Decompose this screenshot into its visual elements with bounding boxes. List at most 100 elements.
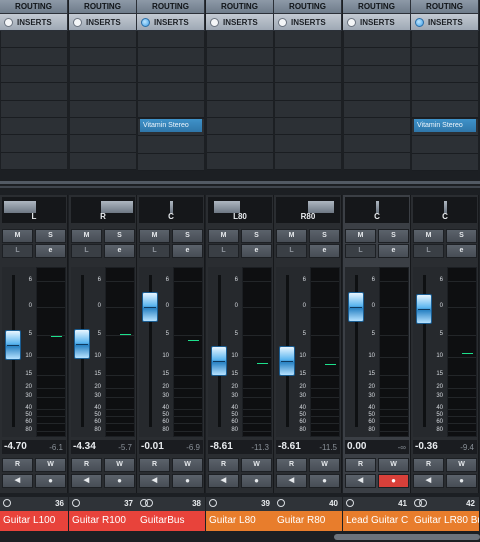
insert-slot-6[interactable]: Vitamin Stereo (412, 118, 478, 137)
write-automation-button[interactable]: W (104, 458, 135, 472)
insert-slot-8[interactable] (1, 152, 67, 171)
stereo-config-icon[interactable] (419, 499, 427, 507)
insert-slot-2[interactable] (344, 48, 410, 66)
pan-control[interactable]: R80 (276, 197, 340, 223)
volume-readout[interactable]: -0.01 -6.9 (139, 440, 203, 454)
mute-button[interactable]: M (139, 229, 170, 243)
mute-button[interactable]: M (276, 229, 307, 243)
insert-slot-1[interactable] (275, 31, 341, 49)
volume-readout[interactable]: 0.00 -∞ (345, 440, 409, 454)
channel-name[interactable]: Guitar R100 (69, 511, 137, 531)
edit-channel-button[interactable]: e (172, 244, 203, 258)
listen-button[interactable]: L (276, 244, 307, 258)
monitor-button[interactable]: ◀ (413, 474, 444, 488)
insert-slot-3[interactable] (412, 65, 478, 84)
monitor-button[interactable]: ◀ (345, 474, 376, 488)
inserts-active-icon[interactable] (4, 18, 13, 27)
routing-button[interactable]: ROUTING (69, 0, 137, 14)
inserts-active-icon[interactable] (73, 18, 82, 27)
volume-fader[interactable] (74, 329, 90, 359)
horizontal-scrollbar[interactable] (334, 534, 480, 540)
inserts-header[interactable]: INSERTS (0, 14, 68, 31)
insert-slot-5[interactable] (1, 100, 67, 118)
insert-slot-2[interactable] (70, 48, 136, 66)
record-enable-button[interactable]: ● (35, 474, 66, 488)
record-enable-button[interactable]: ● (241, 474, 272, 488)
inserts-active-icon[interactable] (278, 18, 287, 27)
read-automation-button[interactable]: R (71, 458, 102, 472)
insert-slot-8[interactable] (207, 152, 273, 171)
insert-slot-2[interactable] (412, 48, 478, 66)
listen-button[interactable]: L (208, 244, 239, 258)
insert-slot-5[interactable] (70, 100, 136, 118)
input-config-icon[interactable] (3, 499, 11, 507)
insert-slot-6[interactable] (207, 117, 273, 136)
monitor-button[interactable]: ◀ (2, 474, 33, 488)
pan-control[interactable]: C (413, 197, 477, 223)
listen-button[interactable]: L (139, 244, 170, 258)
write-automation-button[interactable]: W (309, 458, 340, 472)
write-automation-button[interactable]: W (241, 458, 272, 472)
insert-slot-5[interactable] (207, 100, 273, 118)
insert-slot-8[interactable] (412, 153, 478, 172)
record-enable-button[interactable]: ● (104, 474, 135, 488)
volume-fader[interactable] (416, 294, 432, 324)
mute-button[interactable]: M (2, 229, 33, 243)
insert-slot-2[interactable] (138, 48, 204, 66)
insert-slot-3[interactable] (1, 65, 67, 84)
insert-slot-6[interactable]: Vitamin Stereo (138, 118, 204, 137)
insert-slot-3[interactable] (70, 65, 136, 84)
inserts-active-icon[interactable] (415, 18, 424, 27)
channel-name[interactable]: Guitar L100 (0, 511, 68, 531)
insert-slot-6[interactable] (1, 117, 67, 136)
listen-button[interactable]: L (413, 244, 444, 258)
input-config-icon[interactable] (346, 499, 354, 507)
insert-slot-5[interactable] (138, 100, 204, 118)
mute-button[interactable]: M (345, 229, 376, 243)
insert-slot-4[interactable] (412, 83, 478, 101)
routing-button[interactable]: ROUTING (137, 0, 205, 14)
volume-readout[interactable]: -8.61 -11.3 (208, 440, 272, 454)
insert-slot-5[interactable] (412, 100, 478, 118)
solo-button[interactable]: S (378, 229, 409, 243)
solo-button[interactable]: S (104, 229, 135, 243)
write-automation-button[interactable]: W (35, 458, 66, 472)
edit-channel-button[interactable]: e (241, 244, 272, 258)
insert-slot-4[interactable] (138, 83, 204, 101)
pan-control[interactable]: L (2, 197, 66, 223)
insert-plugin-name[interactable]: Vitamin Stereo (414, 118, 476, 132)
monitor-button[interactable]: ◀ (71, 474, 102, 488)
insert-slot-4[interactable] (1, 83, 67, 101)
insert-slot-7[interactable] (207, 135, 273, 153)
volume-readout[interactable]: -4.34 -5.7 (71, 440, 135, 454)
record-enable-button[interactable]: ● (172, 474, 203, 488)
insert-slot-3[interactable] (275, 65, 341, 84)
insert-slot-4[interactable] (70, 83, 136, 101)
read-automation-button[interactable]: R (413, 458, 444, 472)
read-automation-button[interactable]: R (208, 458, 239, 472)
record-enable-button[interactable]: ● (378, 474, 409, 488)
channel-name[interactable]: GuitarBus (137, 511, 205, 531)
insert-slot-8[interactable] (138, 153, 204, 172)
read-automation-button[interactable]: R (276, 458, 307, 472)
record-enable-button[interactable]: ● (309, 474, 340, 488)
insert-slot-4[interactable] (344, 83, 410, 101)
insert-slot-3[interactable] (207, 65, 273, 84)
section-divider[interactable] (0, 181, 480, 184)
insert-slot-4[interactable] (207, 83, 273, 101)
inserts-active-icon[interactable] (210, 18, 219, 27)
insert-slot-1[interactable] (1, 31, 67, 49)
mute-button[interactable]: M (208, 229, 239, 243)
insert-slot-6[interactable] (344, 117, 410, 136)
read-automation-button[interactable]: R (345, 458, 376, 472)
listen-button[interactable]: L (71, 244, 102, 258)
volume-fader[interactable] (348, 292, 364, 322)
insert-slot-1[interactable] (138, 31, 204, 49)
channel-name[interactable]: Lead Guitar C (343, 511, 411, 531)
insert-slot-1[interactable] (70, 31, 136, 49)
write-automation-button[interactable]: W (172, 458, 203, 472)
routing-button[interactable]: ROUTING (274, 0, 342, 14)
insert-slot-3[interactable] (344, 65, 410, 84)
insert-slot-2[interactable] (207, 48, 273, 66)
inserts-active-icon[interactable] (141, 18, 150, 27)
